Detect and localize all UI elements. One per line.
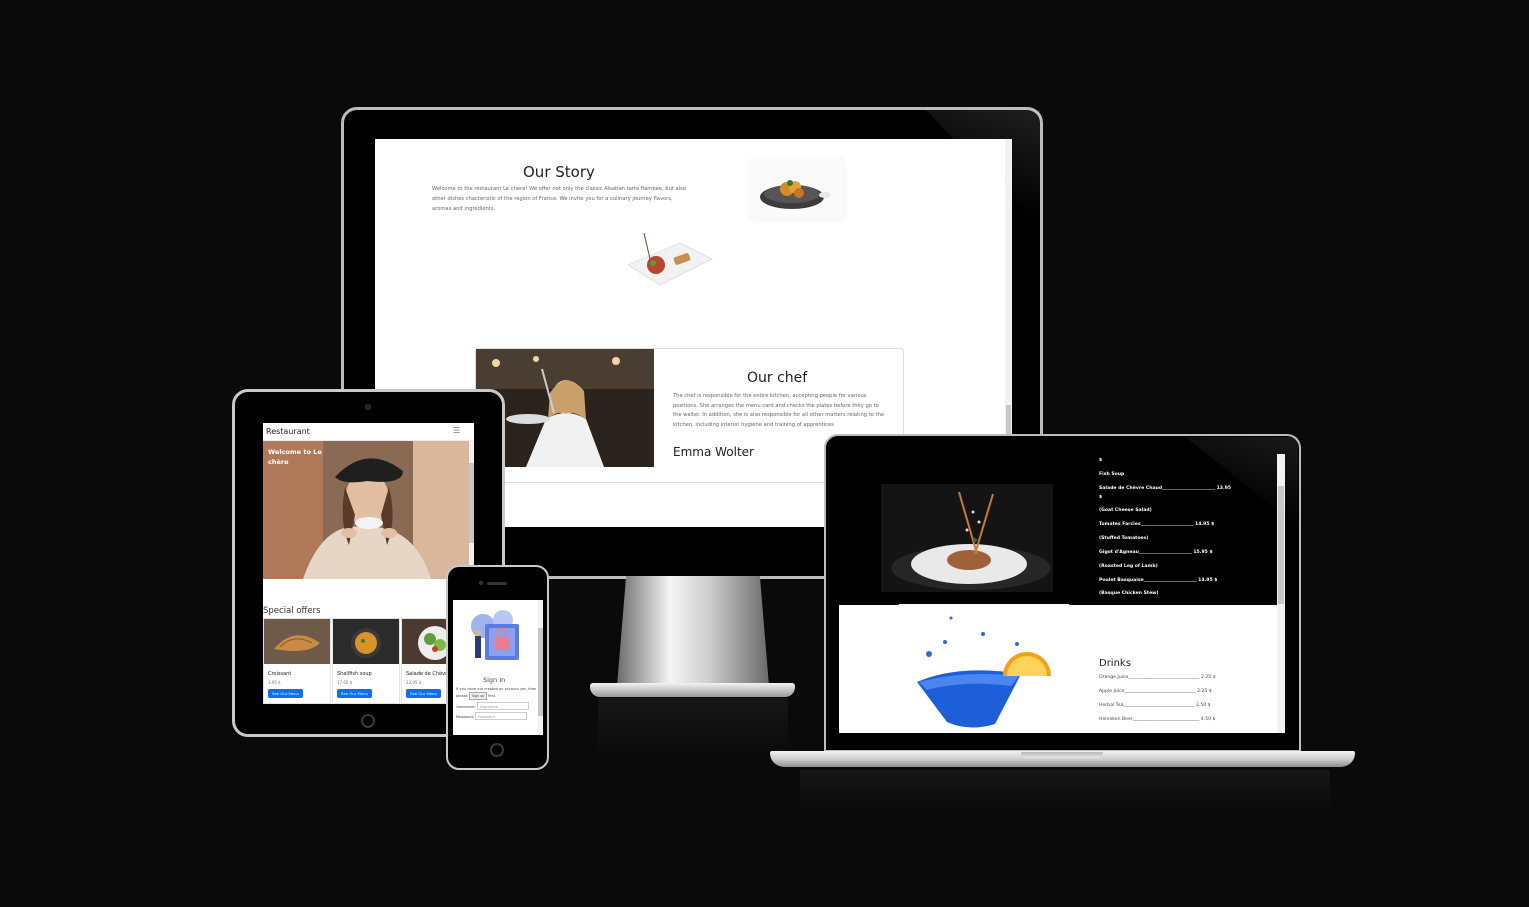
dish-image-fried [747,157,847,223]
laptop-screen: $ Fish Soup Salade de Chèvre Chaud______… [839,454,1285,733]
sign-up-button[interactable]: Sign up [468,692,487,700]
chef-title: Our chef [747,370,808,386]
drink-item: Herbal Tea______________________________… [1099,703,1211,708]
story-title: Our Story [523,163,595,181]
offer-price: 3.95 $ [268,680,281,685]
laptop-notch [1021,752,1103,758]
menu-item: (Goat Cheese Salad) [1099,508,1152,513]
tablet-home-button[interactable] [361,714,375,728]
laptop-reflection [800,770,1330,810]
menu-item: $ [1099,458,1103,463]
username-input[interactable]: Username [476,702,529,710]
chef-name: Emma Wolter [673,445,754,459]
hamburger-icon[interactable]: ☰ [453,426,460,435]
phone-camera [479,581,483,585]
see-menu-button[interactable]: See Our Menu [268,689,303,698]
offer-price: 17.65 $ [337,680,353,685]
soup-image [333,619,399,664]
username-label: Username: [456,705,476,709]
tablet-screen: Restaurant ☰ Welcome to Le chère Special… [263,423,474,704]
offer-card: Croissant 3.95 $ See Our Menu [263,618,331,704]
hero-title: Welcome to Le chère [268,448,322,466]
offer-price: 13.95 $ [406,680,422,685]
menu-item: $ [1099,495,1103,500]
menu-item: Fish Soup [1099,472,1125,477]
drink-item: Heineken Beer___________________________… [1099,717,1216,722]
menu-item: (Stuffed Tomatoes) [1099,536,1149,541]
croissant-image [264,619,330,664]
lock-illustration [471,610,519,660]
drinks-title: Drinks [1099,658,1131,669]
drink-item: Apple Juice_____________________________… [1099,689,1212,694]
see-menu-button[interactable]: See Our Menu [337,689,372,698]
menu-item: Tomates Farcies_______________________ 1… [1099,522,1215,527]
navbar-brand[interactable]: Restaurant [266,427,310,436]
monitor-stand [617,576,769,686]
special-offers-title: Special offers [263,606,321,616]
monitor-reflection [598,698,788,758]
drink-item: Orange Juice____________________________… [1099,675,1216,680]
offer-card: Shellfish soup 17.65 $ See Our Menu [332,618,400,704]
scrollbar-thumb[interactable] [469,463,474,543]
password-label: Password: [456,715,474,719]
phone-screen: Sign In If you have not created an accou… [453,600,543,735]
see-menu-button[interactable]: See Our Menu [406,689,441,698]
phone-speaker [487,582,507,585]
sign-in-text: If you have not created an account yet, … [456,687,537,720]
menu-item: (Basque Chicken Stew) [1099,591,1159,596]
tablet-camera [365,404,371,410]
offer-name: Shellfish soup [337,671,372,677]
sign-in-title: Sign In [483,676,506,684]
password-input[interactable]: Password [475,712,528,720]
dish-image-plate [620,229,718,293]
chef-text: The chef is responsible for the entire k… [673,393,885,428]
scrollbar-thumb[interactable] [538,628,543,716]
menu-item: Poulet Basquaise_______________________ … [1099,578,1218,583]
menu-item: Gigot d'Agneau_______________________ 15… [1099,550,1213,555]
story-text: Welcome to the restaurant Le chère! We o… [432,186,687,212]
menu-item: (Roasted Leg of Lamb) [1099,564,1158,569]
menu-item: Salade de Chèvre Chaud__________________… [1099,486,1232,491]
monitor-foot [590,683,795,697]
pasta-plate-image [881,484,1053,592]
offer-name: Croissant [268,671,292,677]
cocktail-image [899,604,1069,732]
phone-home-button[interactable] [490,743,504,757]
offer-name: Salade de Chèvre [406,671,451,677]
